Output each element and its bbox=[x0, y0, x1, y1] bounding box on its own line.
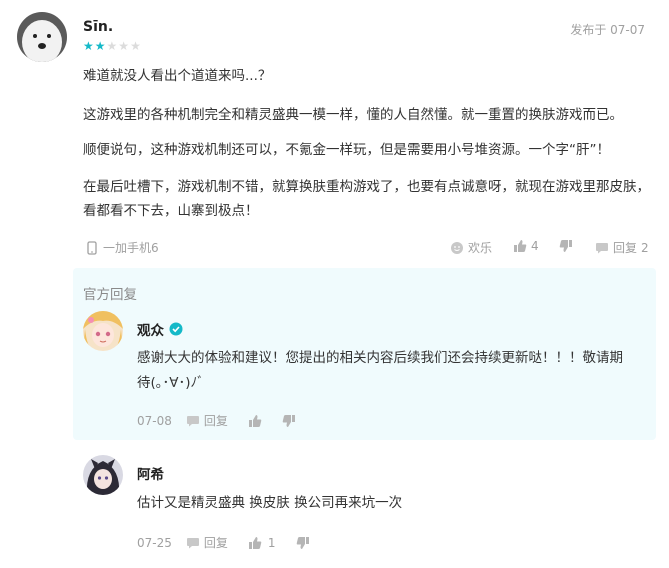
comment-icon bbox=[595, 241, 609, 255]
smile-icon bbox=[450, 241, 464, 255]
star-icon: ★ bbox=[106, 39, 119, 53]
review-paragraph: 在最后吐槽下，游戏机制不错，就算换肤重构游戏了，也要有点诚意呀，就现在游戏里那皮… bbox=[83, 179, 650, 219]
review-paragraph: 这游戏里的各种机制完全和精灵盛典一模一样，懂的人自然懂。就一重置的换肤游戏而已。 bbox=[83, 107, 623, 123]
thumbs-up-icon bbox=[248, 536, 262, 550]
review-paragraph: 顺便说句，这种游戏机制还可以，不氪金一样玩，但是需要用小号堆资源。一个字“肝”！ bbox=[83, 142, 610, 158]
official-reply-heading: 官方回复 bbox=[83, 287, 137, 303]
user-reply-actions: 07-25 回复 1 bbox=[137, 534, 310, 551]
reply-user-text: 估计又是精灵盛典 换皮肤 换公司再来坑一次 bbox=[137, 495, 403, 511]
user-reply-like-button[interactable]: 1 bbox=[248, 536, 276, 550]
dislike-button[interactable] bbox=[559, 239, 573, 253]
user-reply-date: 07-25 bbox=[137, 535, 172, 550]
comment-icon bbox=[186, 536, 200, 550]
verified-icon bbox=[169, 322, 183, 336]
thumbs-up-icon[interactable] bbox=[248, 414, 262, 428]
official-avatar[interactable] bbox=[83, 311, 123, 351]
reply-user-name[interactable]: 阿希 bbox=[137, 463, 164, 483]
post-date: 发布于 07-07 bbox=[570, 23, 645, 37]
official-reply-line: 待(｡･∀･)ﾉﾞ bbox=[137, 375, 205, 391]
like-button[interactable]: 4 bbox=[513, 239, 539, 253]
thumbs-down-icon[interactable] bbox=[282, 414, 296, 428]
funny-button[interactable]: 欢乐 bbox=[450, 239, 492, 256]
official-reply-actions: 07-08 回复 bbox=[137, 412, 296, 429]
star-icon: ★ bbox=[94, 39, 107, 53]
official-reply-date: 07-08 bbox=[137, 413, 172, 428]
reply-label: 回复 bbox=[613, 241, 638, 255]
rating-stars: ★★★★★ bbox=[83, 39, 142, 53]
official-name: 观众 bbox=[137, 323, 164, 339]
star-icon: ★ bbox=[83, 39, 95, 53]
official-reply-button[interactable]: 回复 bbox=[186, 412, 228, 429]
reply-count: 2 bbox=[641, 240, 649, 255]
like-count: 4 bbox=[531, 239, 539, 253]
device-name: 一加手机6 bbox=[103, 241, 159, 255]
reply-user-avatar[interactable] bbox=[83, 455, 123, 495]
official-reply-text: 感谢大大的体验和建议！您提出的相关内容后续我们还会持续更新哒！！！敬请期 待(｡… bbox=[137, 346, 647, 396]
reviewer-avatar[interactable] bbox=[17, 12, 67, 62]
reviewer-username[interactable]: Sīn. bbox=[83, 19, 113, 35]
user-reply-like-count: 1 bbox=[267, 535, 276, 550]
thumbs-up-icon bbox=[513, 239, 527, 253]
reply-label: 回复 bbox=[203, 536, 228, 550]
reply-button[interactable]: 回复 2 bbox=[595, 239, 649, 256]
thumbs-down-icon bbox=[559, 239, 573, 253]
official-reply-line: 感谢大大的体验和建议！您提出的相关内容后续我们还会持续更新哒！！！敬请期 bbox=[137, 350, 623, 366]
thumbs-down-icon[interactable] bbox=[296, 536, 310, 550]
device-info: 一加手机6 bbox=[85, 239, 159, 256]
reply-label: 回复 bbox=[203, 414, 228, 428]
funny-label: 欢乐 bbox=[468, 241, 493, 255]
review-paragraph: 难道就没人看出个道道来吗...？ bbox=[83, 68, 272, 84]
star-icon: ★ bbox=[118, 39, 131, 53]
comment-icon bbox=[186, 414, 200, 428]
user-reply-button[interactable]: 回复 bbox=[186, 534, 228, 551]
phone-icon bbox=[85, 240, 99, 255]
official-name-row: 观众 bbox=[137, 319, 183, 339]
star-icon: ★ bbox=[130, 39, 142, 53]
